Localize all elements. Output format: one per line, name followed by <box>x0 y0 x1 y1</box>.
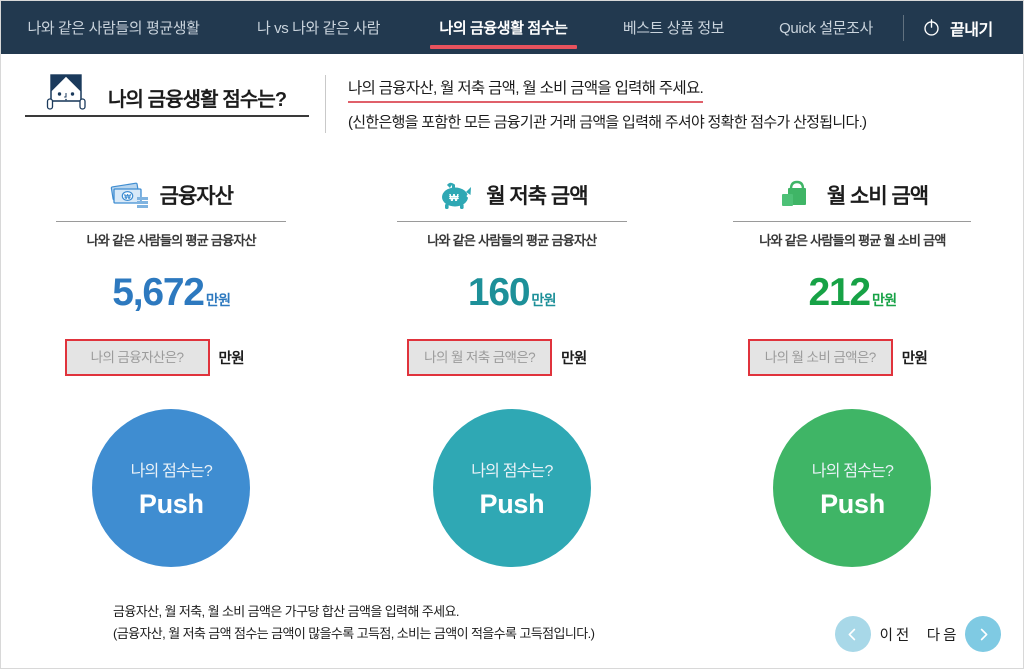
next-page-button[interactable] <box>965 616 1001 652</box>
push-button-monthly-savings[interactable]: 나의 점수는? Push <box>432 409 591 567</box>
push-question: 나의 점수는? <box>471 462 553 480</box>
column-divider <box>396 221 627 222</box>
tab-best-product-info[interactable]: 베스트 상품 정보 <box>596 1 751 54</box>
description-sub: (신한은행을 포함한 모든 금융기관 거래 금액을 입력해 주셔야 정확한 점수… <box>348 114 867 131</box>
column-financial-assets: ₩ 금융자산 나와 같은 사람들의 평균 금융자산 5,672 만원 만원 <box>1 173 342 593</box>
pagination-controls: 이 전 다 음 <box>834 616 1001 652</box>
footer-note-line-2: (금융자산, 월 저축 금액 점수는 금액이 많을수록 고득점, 소비는 금액이… <box>113 626 595 642</box>
tab-me-vs-others[interactable]: 나 vs 나와 같은 사람 <box>226 1 411 54</box>
face-peeking-icon <box>35 73 99 113</box>
exit-label: 끝내기 <box>950 21 993 39</box>
tab-quick-survey[interactable]: Quick 설문조사 <box>751 1 901 54</box>
average-value: 5,672 만원 <box>112 271 231 314</box>
footer-notes: 금융자산, 월 저축, 월 소비 금액은 가구당 합산 금액을 입력해 주세요.… <box>113 601 813 647</box>
financial-assets-input[interactable] <box>64 339 210 376</box>
tab-my-finance-score[interactable]: 나의 금융생활 점수는 <box>411 1 596 54</box>
column-divider <box>56 221 287 222</box>
average-unit: 만원 <box>871 292 897 308</box>
input-row: 만원 <box>64 339 245 376</box>
banknotes-icon: ₩ <box>110 178 150 212</box>
push-label: Push <box>138 488 204 519</box>
tab-label: 나 vs 나와 같은 사람 <box>256 20 381 37</box>
column-divider <box>733 221 972 222</box>
input-unit-label: 만원 <box>561 351 587 367</box>
column-header: ₩ 월 저축 금액 <box>436 173 589 217</box>
metric-columns: ₩ 금융자산 나와 같은 사람들의 평균 금융자산 5,672 만원 만원 <box>1 173 1023 593</box>
input-unit-label: 만원 <box>218 351 245 367</box>
push-label: Push <box>820 488 885 519</box>
chevron-left-icon <box>845 627 860 642</box>
footer-note-line-1: 금융자산, 월 저축, 월 소비 금액은 가구당 합산 금액을 입력해 주세요. <box>113 603 459 619</box>
column-title: 월 저축 금액 <box>486 185 588 208</box>
average-unit: 만원 <box>531 292 556 308</box>
average-value: 212 만원 <box>808 271 897 314</box>
average-label: 나와 같은 사람들의 평균 금융자산 <box>427 233 597 248</box>
page-header: 나의 금융생활 점수는? 나의 금융자산, 월 저축 금액, 월 소비 금액을 … <box>1 55 1023 150</box>
tab-average-life[interactable]: 나와 같은 사람들의 평균생활 <box>1 1 226 54</box>
column-monthly-spending: 월 소비 금액 나와 같은 사람들의 평균 월 소비 금액 212 만원 만원 … <box>682 173 1023 593</box>
push-button-financial-assets[interactable]: 나의 점수는? Push <box>92 409 251 567</box>
column-title: 월 소비 금액 <box>826 185 929 208</box>
column-header: ₩ 금융자산 <box>110 173 234 217</box>
next-page-label[interactable]: 다 음 <box>927 624 957 645</box>
title-underline <box>25 115 309 117</box>
previous-page-label[interactable]: 이 전 <box>880 624 910 645</box>
average-number: 5,672 <box>112 271 205 314</box>
average-value: 160 만원 <box>467 271 557 314</box>
header-description: 나의 금융자산, 월 저축 금액, 월 소비 금액을 입력해 주세요. (신한은… <box>348 69 867 132</box>
push-button-wrap: 나의 점수는? Push <box>682 409 1023 567</box>
monthly-spending-input[interactable] <box>747 339 893 376</box>
tab-label: Quick 설문조사 <box>779 20 873 37</box>
page-title-block: 나의 금융생활 점수는? <box>25 69 309 117</box>
piggy-bank-icon: ₩ <box>436 178 476 212</box>
input-unit-label: 만원 <box>901 351 928 367</box>
header-vertical-divider <box>325 75 326 133</box>
column-header: 월 소비 금액 <box>777 173 929 217</box>
tab-label: 베스트 상품 정보 <box>622 20 725 37</box>
app-window: 나와 같은 사람들의 평균생활 나 vs 나와 같은 사람 나의 금융생활 점수… <box>0 0 1024 669</box>
push-label: Push <box>479 488 545 519</box>
exit-button[interactable]: 끝내기 <box>906 16 993 40</box>
chevron-right-icon <box>976 627 991 642</box>
input-row: 만원 <box>407 339 587 376</box>
average-label: 나와 같은 사람들의 평균 금융자산 <box>86 233 257 248</box>
average-number: 212 <box>808 271 871 314</box>
power-icon <box>922 18 941 37</box>
page-title: 나의 금융생활 점수는? <box>108 89 287 111</box>
shopping-bag-icon <box>777 178 817 212</box>
push-question: 나의 점수는? <box>130 462 213 480</box>
column-title: 금융자산 <box>159 185 234 208</box>
svg-text:₩: ₩ <box>124 194 131 201</box>
push-question: 나의 점수는? <box>811 462 894 480</box>
average-number: 160 <box>467 271 531 314</box>
input-row: 만원 <box>747 339 928 376</box>
svg-text:₩: ₩ <box>450 193 460 204</box>
monthly-savings-input[interactable] <box>407 339 553 376</box>
nav-divider <box>903 14 904 41</box>
push-button-monthly-spending[interactable]: 나의 점수는? Push <box>773 409 932 567</box>
tab-label: 나의 금융생활 점수는 <box>439 20 568 37</box>
previous-page-button[interactable] <box>834 616 871 652</box>
top-navigation-bar: 나와 같은 사람들의 평균생활 나 vs 나와 같은 사람 나의 금융생활 점수… <box>1 1 1023 54</box>
average-unit: 만원 <box>205 292 231 308</box>
tab-label: 나와 같은 사람들의 평균생활 <box>27 20 200 37</box>
column-monthly-savings: ₩ 월 저축 금액 나와 같은 사람들의 평균 금융자산 160 만원 만원 나… <box>342 173 683 593</box>
description-main: 나의 금융자산, 월 저축 금액, 월 소비 금액을 입력해 주세요. <box>348 76 704 103</box>
push-button-wrap: 나의 점수는? Push <box>1 409 342 567</box>
push-button-wrap: 나의 점수는? Push <box>342 409 683 567</box>
average-label: 나와 같은 사람들의 평균 월 소비 금액 <box>759 233 946 248</box>
